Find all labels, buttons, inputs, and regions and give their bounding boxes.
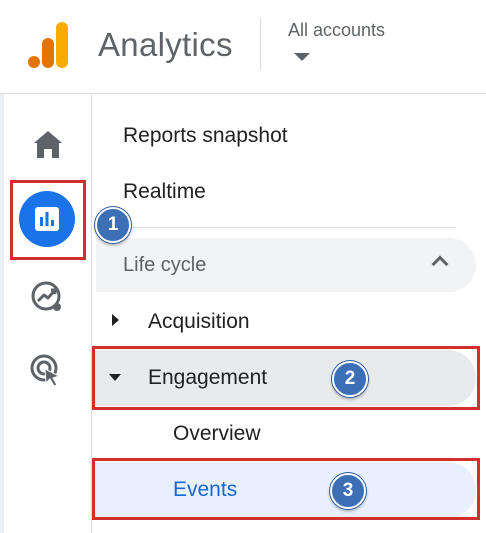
highlight-box-reports	[10, 180, 86, 260]
step-badge-3: 3	[330, 473, 366, 509]
top-app-bar: Analytics All accounts	[0, 0, 486, 94]
logo-bar-small	[28, 56, 40, 68]
nav-acquisition[interactable]: Acquisition	[148, 310, 250, 334]
advertising-icon[interactable]	[29, 352, 65, 388]
account-selector[interactable]: All accounts	[288, 20, 385, 41]
highlight-box-engagement	[92, 346, 480, 410]
app-title: Analytics	[98, 26, 233, 63]
step-badge-2: 2	[332, 361, 368, 397]
logo-bar-medium	[42, 38, 54, 68]
nav-overview[interactable]: Overview	[173, 422, 261, 446]
home-icon[interactable]	[30, 127, 66, 163]
step-badge-1: 1	[95, 207, 131, 243]
lifecycle-section-title[interactable]: Life cycle	[123, 254, 206, 277]
highlight-box-events	[92, 458, 480, 520]
header-divider	[260, 18, 261, 70]
nav-realtime[interactable]: Realtime	[123, 180, 206, 204]
account-dropdown-icon[interactable]	[294, 53, 310, 61]
expand-right-icon[interactable]	[112, 314, 119, 326]
nav-divider	[122, 227, 456, 228]
window-edge	[0, 94, 4, 533]
explore-icon[interactable]	[29, 278, 65, 314]
logo-bar-tall	[56, 22, 68, 68]
analytics-logo[interactable]	[28, 22, 70, 68]
nav-reports-snapshot[interactable]: Reports snapshot	[123, 124, 288, 148]
